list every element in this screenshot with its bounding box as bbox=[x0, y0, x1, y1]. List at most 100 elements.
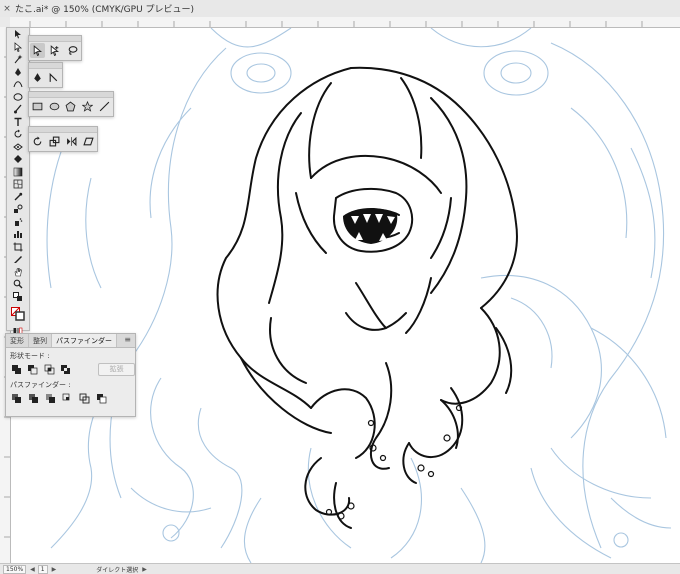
intersect-button[interactable] bbox=[43, 363, 56, 376]
tab-align[interactable]: 整列 bbox=[29, 334, 52, 347]
minus-front-icon bbox=[28, 364, 38, 374]
artboard-tool-button[interactable] bbox=[7, 241, 29, 254]
shape-builder-tool-button[interactable] bbox=[7, 153, 29, 166]
slice-tool-button[interactable] bbox=[7, 253, 29, 266]
current-tool-label: ダイレクト選択 bbox=[96, 566, 139, 574]
crop-icon bbox=[62, 393, 70, 400]
gradient-tool-button[interactable] bbox=[7, 166, 29, 179]
exclude-icon bbox=[61, 364, 71, 374]
mesh-tool-button[interactable] bbox=[7, 178, 29, 191]
symbol-sprayer-tool-button[interactable] bbox=[7, 216, 29, 229]
selection-tools-flyout bbox=[28, 35, 82, 61]
open-mouth bbox=[343, 207, 398, 244]
intersect-icon bbox=[44, 364, 55, 374]
minus-front-button[interactable] bbox=[27, 363, 40, 376]
shear-flyout-button[interactable] bbox=[81, 134, 96, 149]
width-tool-button[interactable] bbox=[7, 141, 29, 154]
minus-back-button[interactable] bbox=[95, 392, 108, 405]
fill-stroke-swap[interactable] bbox=[7, 291, 29, 304]
ellipse-tool-icon bbox=[49, 102, 60, 111]
group-selection-tool-icon bbox=[51, 45, 60, 56]
selection-tool-icon bbox=[15, 30, 21, 39]
eyedropper-tool-icon bbox=[14, 192, 23, 201]
panel-tab-strip: 変形 整列 パスファインダー ≡ bbox=[6, 334, 135, 348]
trim-icon bbox=[29, 393, 38, 403]
status-menu-icon[interactable]: ▶ bbox=[142, 566, 147, 573]
tab-pathfinder[interactable]: パスファインダー bbox=[52, 334, 117, 347]
zoom-tool-icon bbox=[13, 279, 23, 289]
tools-panel: ••• bbox=[6, 27, 30, 373]
scale-flyout-button[interactable] bbox=[47, 134, 62, 149]
polygon-flyout-button[interactable] bbox=[64, 99, 79, 114]
blend-tool-button[interactable] bbox=[7, 203, 29, 216]
curvature-tool-button[interactable] bbox=[7, 78, 29, 91]
trim-button[interactable] bbox=[27, 392, 40, 405]
zoom-tool-button[interactable] bbox=[7, 278, 29, 291]
divide-button[interactable] bbox=[10, 392, 23, 405]
rotate-tool-button[interactable] bbox=[7, 128, 29, 141]
curvature-tool-icon bbox=[13, 81, 23, 88]
ellipse-tool-button[interactable] bbox=[7, 91, 29, 104]
mesh-tool-icon bbox=[13, 179, 23, 189]
symbol-sprayer-icon bbox=[15, 217, 23, 226]
ruler-origin[interactable] bbox=[0, 17, 10, 27]
star-flyout-button[interactable] bbox=[80, 99, 95, 114]
rotate-tool-icon bbox=[14, 129, 22, 138]
outline-button[interactable] bbox=[78, 392, 91, 405]
tab-transform[interactable]: 変形 bbox=[6, 334, 29, 347]
magic-wand-tool-button[interactable] bbox=[7, 53, 29, 66]
graph-tool-button[interactable] bbox=[7, 228, 29, 241]
close-tab-icon[interactable]: × bbox=[2, 4, 12, 14]
lasso-tool-icon bbox=[68, 46, 78, 55]
scale-tool-icon bbox=[49, 136, 60, 147]
artboard-number-field[interactable]: 1 bbox=[37, 564, 48, 574]
horizontal-ruler[interactable] bbox=[10, 17, 680, 28]
anchor-point-tool-icon bbox=[49, 72, 58, 82]
zoom-level-field[interactable]: 150% bbox=[3, 564, 27, 574]
blend-tool-icon bbox=[14, 204, 23, 214]
paintbrush-tool-icon bbox=[14, 104, 22, 114]
paintbrush-tool-button[interactable] bbox=[7, 103, 29, 116]
line-flyout-button[interactable] bbox=[97, 99, 112, 114]
line-segment-tool-icon bbox=[99, 101, 110, 112]
expand-button[interactable]: 拡張 bbox=[98, 362, 136, 376]
unite-button[interactable] bbox=[10, 363, 23, 376]
pathfinders-label: パスファインダー : bbox=[10, 381, 71, 389]
selection-tool-button[interactable] bbox=[7, 28, 29, 41]
direct-selection-flyout-button[interactable] bbox=[30, 43, 46, 58]
artboard-tool-icon bbox=[13, 242, 23, 252]
ellipse-tool-icon bbox=[13, 93, 23, 101]
next-artboard-icon[interactable]: ▶ bbox=[52, 566, 57, 573]
lasso-flyout-button[interactable] bbox=[65, 43, 80, 58]
previous-artboard-icon[interactable]: ◀ bbox=[30, 566, 35, 573]
type-tool-button[interactable] bbox=[7, 116, 29, 129]
hand-tool-icon bbox=[14, 267, 22, 277]
direct-selection-tool-icon bbox=[33, 45, 43, 56]
panel-menu-icon[interactable]: ≡ bbox=[120, 334, 135, 347]
hand-tool-button[interactable] bbox=[7, 266, 29, 279]
pathfinder-panel: 変形 整列 パスファインダー ≡ 形状モード : 拡張 パスファインダー : bbox=[5, 333, 136, 417]
anchor-point-flyout-button[interactable] bbox=[47, 70, 62, 85]
status-bar: 150% ◀ 1 ▶ ダイレクト選択 ▶ bbox=[0, 563, 680, 574]
eyedropper-tool-button[interactable] bbox=[7, 191, 29, 204]
exclude-button[interactable] bbox=[60, 363, 73, 376]
minus-back-icon bbox=[97, 393, 107, 403]
direct-selection-tool-button[interactable] bbox=[7, 41, 29, 54]
merge-button[interactable] bbox=[44, 392, 57, 405]
crop-button[interactable] bbox=[61, 392, 74, 405]
document-tab-title[interactable]: たこ.ai* @ 150% (CMYK/GPU プレビュー) bbox=[15, 2, 194, 15]
group-selection-flyout-button[interactable] bbox=[47, 43, 62, 58]
ellipse-flyout-button[interactable] bbox=[47, 99, 62, 114]
fill-stroke-swatch-icon bbox=[11, 307, 25, 321]
pen-flyout-button[interactable] bbox=[30, 70, 45, 85]
rotate-tool-icon bbox=[33, 136, 42, 146]
reflect-flyout-button[interactable] bbox=[64, 134, 79, 149]
slice-tool-icon bbox=[14, 256, 22, 264]
pen-tool-button[interactable] bbox=[7, 66, 29, 79]
rectangle-flyout-button[interactable] bbox=[30, 99, 45, 114]
rectangle-tool-icon bbox=[32, 102, 43, 111]
fill-stroke-swatch[interactable] bbox=[7, 303, 29, 325]
rotate-flyout-button[interactable] bbox=[30, 134, 45, 149]
unite-icon bbox=[11, 364, 21, 374]
shape-builder-icon bbox=[14, 155, 22, 164]
